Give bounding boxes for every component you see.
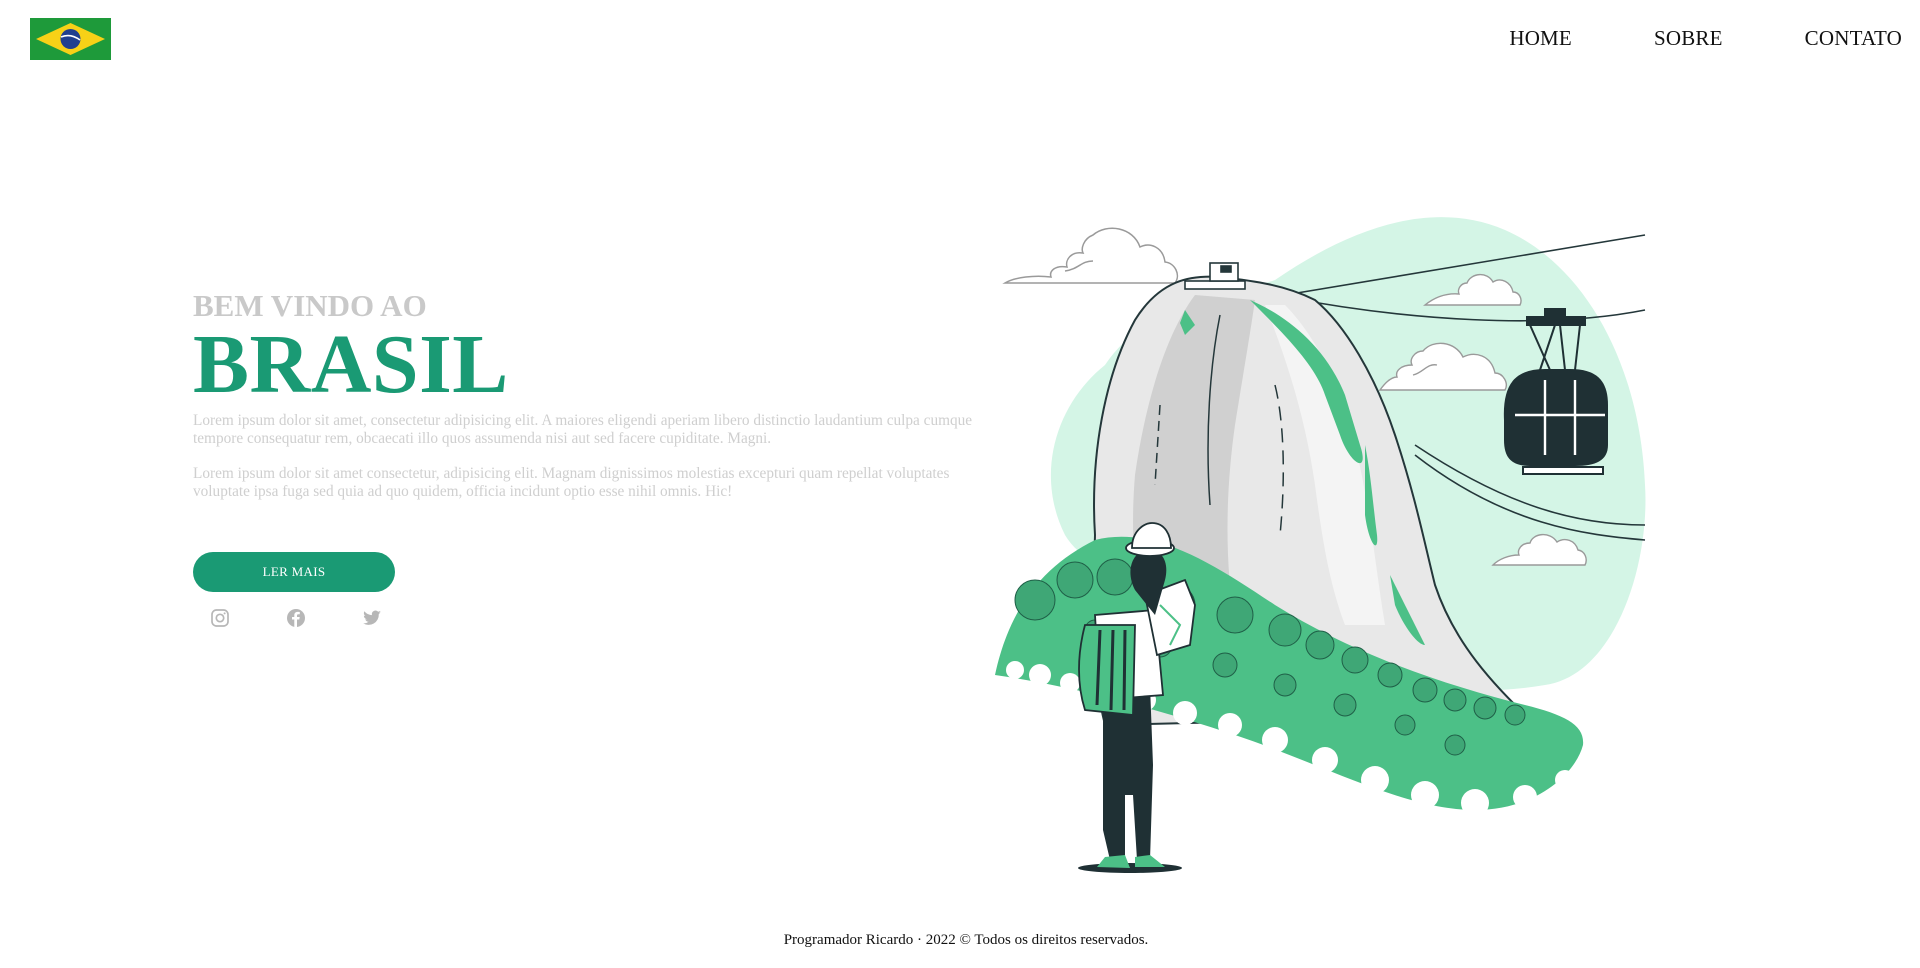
hero-illustration bbox=[995, 217, 1646, 873]
page: HOME SOBRE CONTATO BEM VINDO AO BRASIL L… bbox=[0, 0, 1920, 968]
facebook-icon[interactable] bbox=[286, 608, 306, 628]
nav-home[interactable]: HOME bbox=[1509, 26, 1572, 51]
read-more-button[interactable]: LER MAIS bbox=[193, 552, 395, 592]
hero-paragraph-2: Lorem ipsum dolor sit amet consectetur, … bbox=[193, 465, 950, 500]
summit-station bbox=[1184, 262, 1246, 290]
hero-paragraph-1: Lorem ipsum dolor sit amet, consectetur … bbox=[193, 412, 973, 447]
main-nav: HOME SOBRE CONTATO bbox=[1509, 26, 1902, 51]
footer: Programador Ricardo · 2022 © Todos os di… bbox=[0, 932, 1920, 949]
nav-sobre[interactable]: SOBRE bbox=[1654, 26, 1723, 51]
twitter-icon[interactable] bbox=[362, 608, 382, 628]
social-links bbox=[210, 608, 382, 628]
hero-title: BRASIL bbox=[193, 318, 509, 411]
instagram-icon[interactable] bbox=[210, 608, 230, 628]
footer-copyright: Programador Ricardo · 2022 © Todos os di… bbox=[783, 932, 1149, 948]
brazil-flag-logo[interactable] bbox=[30, 18, 111, 60]
cloud-1 bbox=[1002, 227, 1179, 284]
nav-contato[interactable]: CONTATO bbox=[1805, 26, 1902, 51]
hero-section: BEM VINDO AO BRASIL Lorem ipsum dolor si… bbox=[193, 288, 973, 518]
